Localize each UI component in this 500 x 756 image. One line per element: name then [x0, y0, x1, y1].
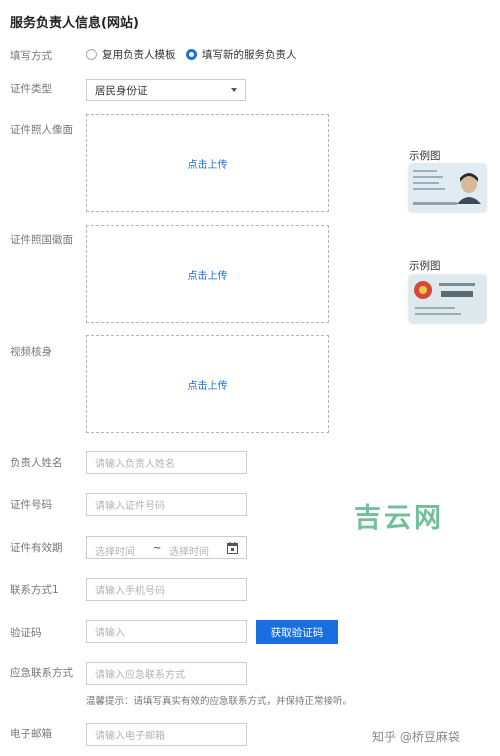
radio-circle-checked[interactable]: [186, 49, 197, 60]
id-front-example-label: 示例图: [409, 150, 441, 162]
validity-start-placeholder: 选择时间: [95, 547, 135, 558]
id-front-upload-text: 点击上传: [187, 159, 228, 171]
id-type-label: 证件类型: [10, 83, 52, 95]
validity-separator: ~: [153, 543, 162, 554]
id-front-label: 证件照人像面: [10, 124, 73, 136]
emergency-label: 应急联系方式: [10, 667, 73, 679]
video-check-label: 视频核身: [10, 346, 52, 358]
chevron-down-icon: [231, 88, 237, 92]
id-back-label: 证件照国徽面: [10, 234, 73, 246]
video-upload[interactable]: 点击上传: [86, 335, 329, 433]
watermark-jiyunwang: 吉云网: [354, 503, 444, 534]
id-type-select[interactable]: 居民身份证: [86, 79, 246, 101]
captcha-input[interactable]: 请输入: [86, 620, 247, 643]
radio-new-person-label: 填写新的服务负责人: [202, 49, 297, 61]
id-front-example-image: [409, 164, 486, 212]
validity-date-range[interactable]: 选择时间 ~ 选择时间: [86, 536, 247, 559]
captcha-label: 验证码: [10, 627, 42, 639]
name-input[interactable]: 请输入负责人姓名: [86, 451, 247, 474]
id-front-upload[interactable]: 点击上传: [86, 114, 329, 212]
name-label: 负责人姓名: [10, 457, 63, 469]
radio-new-person[interactable]: 填写新的服务负责人: [186, 47, 297, 62]
radio-circle-unchecked[interactable]: [86, 49, 97, 60]
watermark-zhihu: 知乎 @桥豆麻袋: [372, 730, 460, 744]
captcha-placeholder: 请输入: [95, 628, 125, 639]
validity-end-placeholder: 选择时间: [169, 547, 209, 558]
national-emblem-icon: [409, 275, 486, 323]
id-back-example-image: [409, 275, 486, 323]
id-back-example-label: 示例图: [409, 260, 441, 272]
name-placeholder: 请输入负责人姓名: [95, 459, 175, 470]
id-number-input[interactable]: 请输入证件号码: [86, 493, 247, 516]
fill-method-label: 填写方式: [10, 50, 52, 62]
emergency-input[interactable]: 请输入应急联系方式: [86, 662, 247, 685]
id-back-upload[interactable]: 点击上传: [86, 225, 329, 323]
email-input[interactable]: 请输入电子邮箱: [86, 723, 247, 746]
email-label: 电子邮箱: [10, 728, 52, 740]
get-captcha-button[interactable]: 获取验证码: [256, 620, 338, 644]
id-back-upload-text: 点击上传: [187, 270, 228, 282]
emergency-placeholder: 请输入应急联系方式: [95, 670, 185, 681]
id-number-label: 证件号码: [10, 499, 52, 511]
calendar-icon[interactable]: [227, 542, 238, 554]
radio-reuse-template[interactable]: 复用负责人模板: [86, 47, 176, 62]
id-number-placeholder: 请输入证件号码: [95, 501, 165, 512]
phone-placeholder: 请输入手机号码: [95, 586, 165, 597]
section-title: 服务负责人信息(网站): [10, 16, 139, 31]
emergency-hint: 温馨提示：请填写真实有效的应急联系方式，并保持正常接听。: [86, 696, 353, 707]
phone-label: 联系方式1: [10, 584, 59, 596]
video-upload-text: 点击上传: [187, 380, 228, 392]
phone-input[interactable]: 请输入手机号码: [86, 578, 247, 601]
id-type-value: 居民身份证: [95, 84, 148, 97]
radio-reuse-template-label: 复用负责人模板: [102, 49, 176, 61]
id-card-portrait-icon: [409, 164, 486, 212]
email-placeholder: 请输入电子邮箱: [95, 731, 165, 742]
validity-label: 证件有效期: [10, 542, 63, 554]
